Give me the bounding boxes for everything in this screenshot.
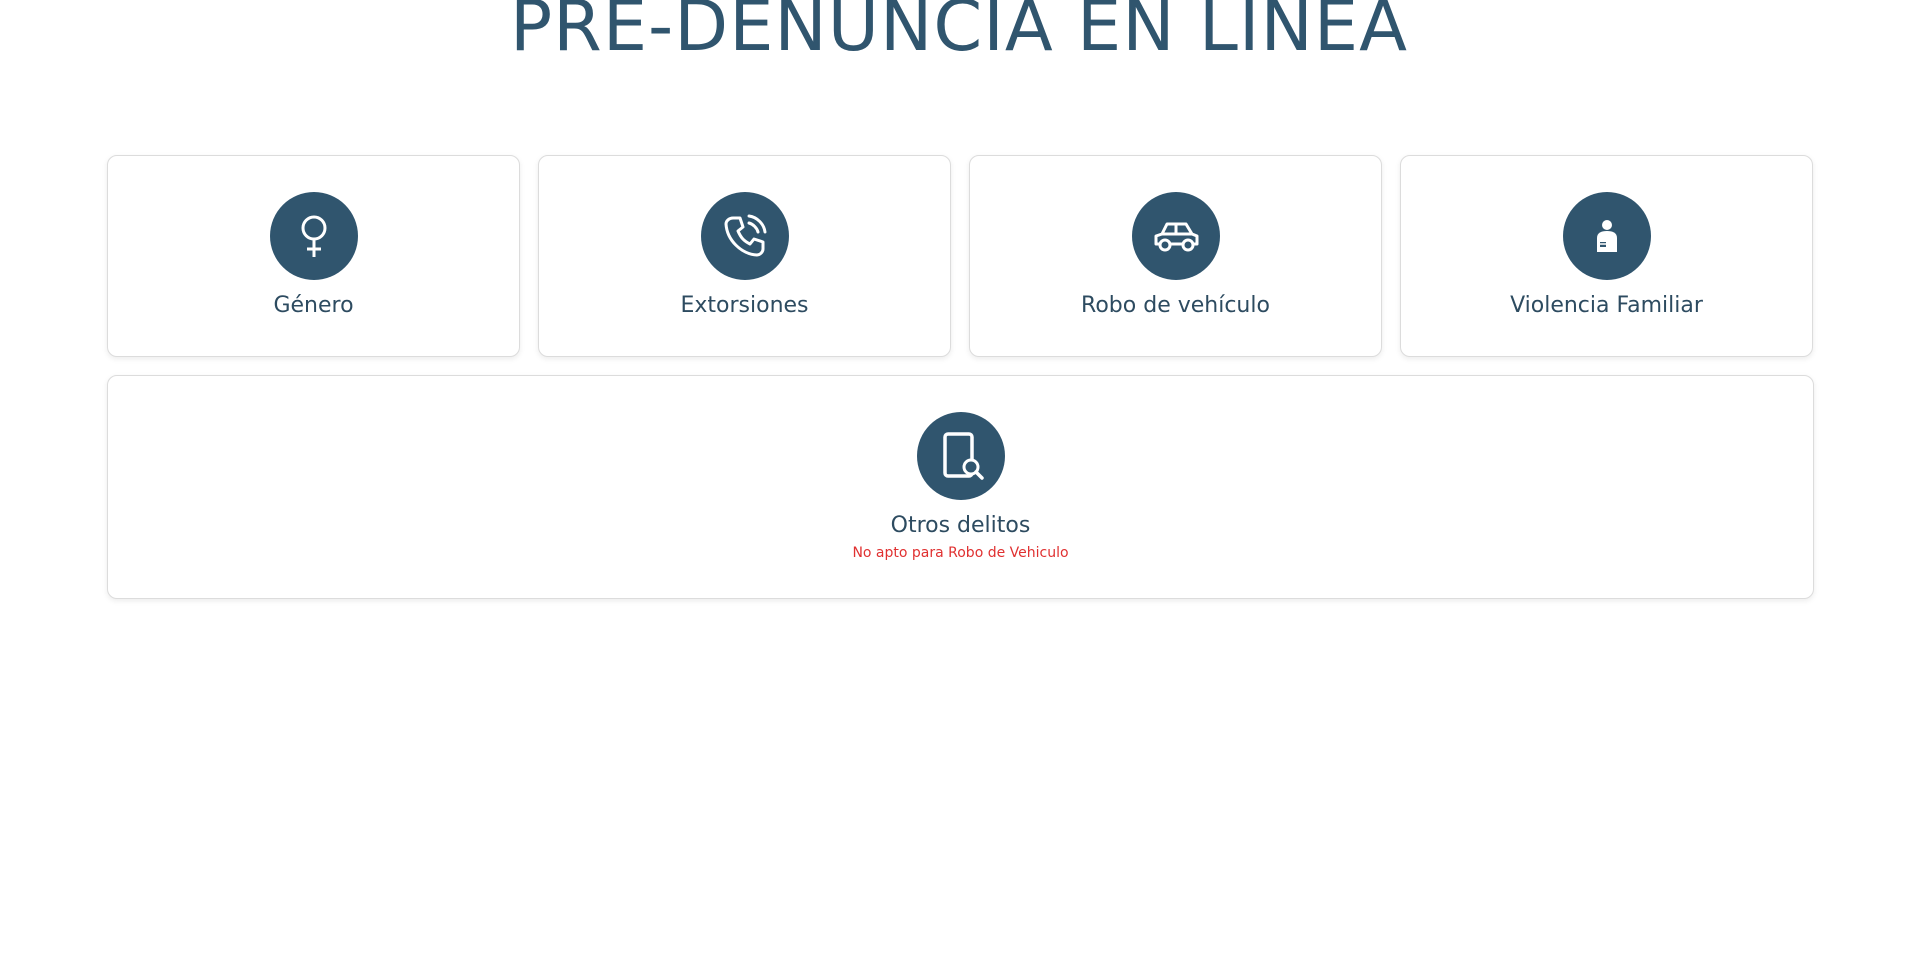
car-icon: [1154, 222, 1198, 252]
phone-call-icon: [724, 214, 766, 257]
card-robo-vehiculo[interactable]: Robo de vehículo: [969, 155, 1382, 357]
category-row: Género Extorsiones Robo de vehículo Viol…: [107, 155, 1814, 357]
icon-badge: [916, 412, 1005, 500]
page: PRE-DENUNCIA EN LÍNEA Género Extorsiones…: [0, 0, 1918, 964]
card-label: Género: [273, 293, 354, 318]
card-label: Violencia Familiar: [1510, 293, 1703, 318]
card-genero[interactable]: Género: [107, 155, 520, 357]
icon-badge: [700, 192, 789, 280]
card-otros-delitos[interactable]: Otros delitos No apto para Robo de Vehic…: [107, 375, 1814, 599]
document-search-icon: [942, 432, 984, 480]
female-symbol-icon: [301, 215, 326, 257]
icon-badge: [1131, 192, 1220, 280]
card-label: Otros delitos: [890, 513, 1031, 538]
icon-badge: [269, 192, 358, 280]
icon-badge: [1562, 192, 1651, 280]
page-title: PRE-DENUNCIA EN LÍNEA: [509, 0, 1409, 67]
card-note: No apto para Robo de Vehiculo: [852, 545, 1069, 561]
injured-person-icon: [1596, 220, 1617, 252]
card-label: Robo de vehículo: [1081, 293, 1270, 318]
category-grid: Género Extorsiones Robo de vehículo Viol…: [107, 155, 1814, 599]
card-extorsiones[interactable]: Extorsiones: [538, 155, 951, 357]
card-violencia-familiar[interactable]: Violencia Familiar: [1400, 155, 1813, 357]
card-label: Extorsiones: [680, 293, 809, 318]
